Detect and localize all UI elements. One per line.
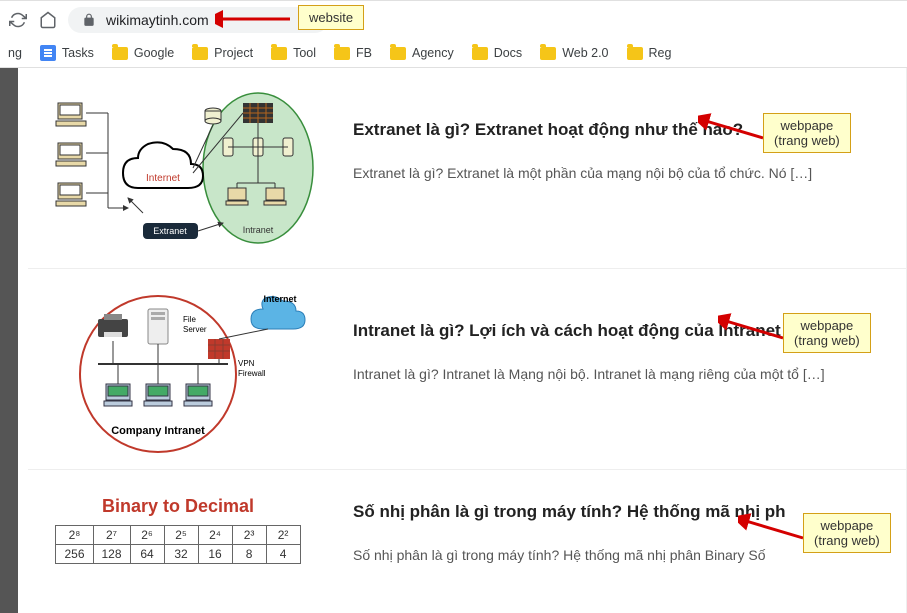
table-cell: 2⁶ [130,526,164,545]
table-cell: 32 [164,545,198,564]
bookmark-google[interactable]: Google [112,46,174,60]
bookmark-fb[interactable]: FB [334,46,372,60]
article-body: Intranet là gì? Lợi ích và cách hoạt độn… [353,284,906,454]
bookmarks-bar: ng Tasks Google Project Tool FB Agency D… [0,39,907,68]
arrow-annotation [215,9,295,29]
table-cell: 2⁸ [56,526,93,545]
table-cell: 8 [232,545,266,564]
home-button[interactable] [38,10,58,30]
content-area: Internet [0,68,907,613]
article-thumbnail-intranet[interactable]: Internet FileServer VPNFirewall [28,284,328,454]
article-body: Extranet là gì? Extranet hoạt động như t… [353,83,906,253]
binary-caption: Binary to Decimal [102,496,254,517]
arrow-annotation [698,113,768,143]
folder-icon [627,47,643,60]
main-content: Internet [18,68,907,613]
table-cell: 128 [93,545,130,564]
tasks-icon [40,45,56,61]
table-cell: 64 [130,545,164,564]
table-cell: 4 [266,545,300,564]
article-excerpt: Intranet là gì? Intranet là Mạng nội bộ.… [353,363,906,385]
svg-text:Internet: Internet [263,294,296,304]
table-cell: 2⁵ [164,526,198,545]
bookmark-docs[interactable]: Docs [472,46,522,60]
annotation-webpage-3: webpape (trang web) [803,513,891,553]
arrow-annotation [738,513,808,543]
folder-icon [334,47,350,60]
table-cell: 2² [266,526,300,545]
browser-nav-bar: wikimaytinh.com website [0,0,907,39]
url-text: wikimaytinh.com [106,12,209,28]
arrow-annotation [718,313,788,343]
article-row: Internet [28,68,906,269]
annotation-webpage-1: webpape (trang web) [763,113,851,153]
article-thumbnail-extranet[interactable]: Internet [28,83,328,253]
table-cell: 16 [198,545,232,564]
svg-text:Intranet: Intranet [243,225,274,235]
reload-button[interactable] [8,10,28,30]
binary-table: 2⁸2⁷2⁶2⁵2⁴2³2² 25612864321684 [55,525,300,564]
table-cell: 2⁷ [93,526,130,545]
bookmark-reg[interactable]: Reg [627,46,672,60]
table-cell: 2⁴ [198,526,232,545]
svg-text:VPN: VPN [238,359,255,368]
bookmark-web20[interactable]: Web 2.0 [540,46,608,60]
table-cell: 256 [56,545,93,564]
folder-icon [472,47,488,60]
vertical-tab-edge [0,68,18,613]
svg-text:Extranet: Extranet [153,226,187,236]
bookmark-agency[interactable]: Agency [390,46,454,60]
article-excerpt: Extranet là gì? Extranet là một phần của… [353,162,906,184]
folder-icon [271,47,287,60]
bookmark-partial: ng [8,46,22,60]
svg-text:Server: Server [183,325,207,334]
label-file-server: File [183,315,196,324]
article-row: Internet FileServer VPNFirewall [28,269,906,470]
annotation-website: website [298,5,364,30]
label-internet: Internet [146,173,180,184]
article-thumbnail-binary[interactable]: Binary to Decimal 2⁸2⁷2⁶2⁵2⁴2³2² 2561286… [28,485,328,575]
folder-icon [390,47,406,60]
folder-icon [112,47,128,60]
bookmark-project[interactable]: Project [192,46,253,60]
annotation-webpage-2: webpape (trang web) [783,313,871,353]
lock-icon [82,13,96,27]
table-cell: 2³ [232,526,266,545]
svg-text:Firewall: Firewall [238,369,266,378]
bookmark-tasks[interactable]: Tasks [40,45,94,61]
svg-text:Company Intranet: Company Intranet [111,425,205,437]
folder-icon [540,47,556,60]
bookmark-tool[interactable]: Tool [271,46,316,60]
folder-icon [192,47,208,60]
